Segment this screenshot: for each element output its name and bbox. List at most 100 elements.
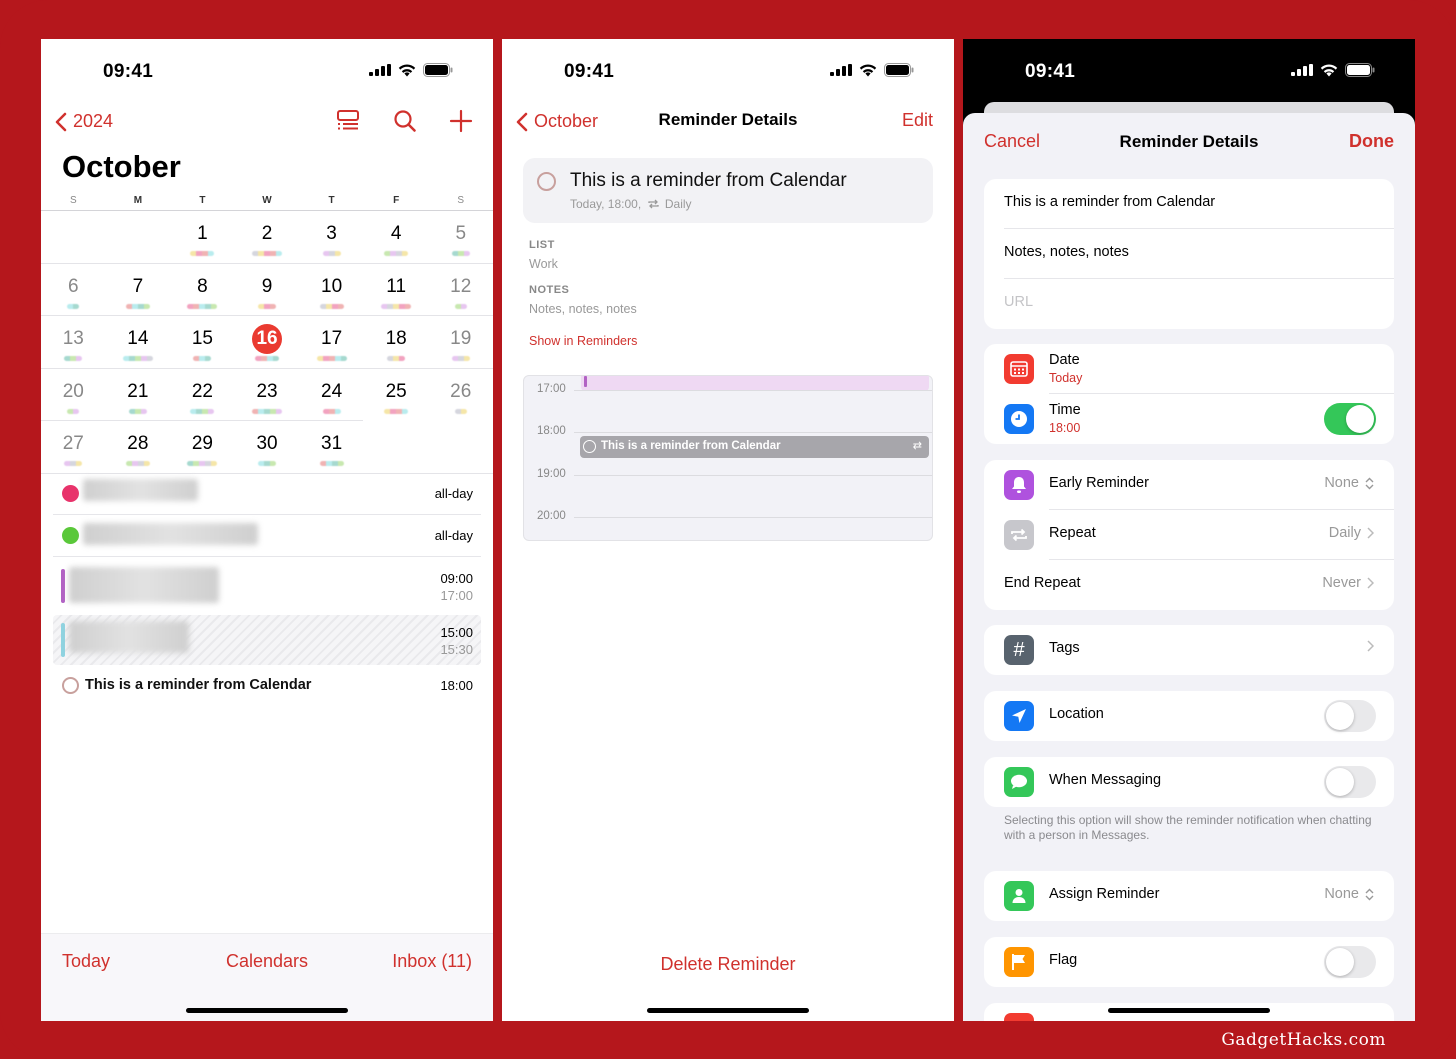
done-button[interactable]: Done (1349, 131, 1394, 152)
chevron-up-down-icon (1365, 477, 1374, 489)
early-reminder-row[interactable]: Early Reminder None (984, 460, 1394, 510)
day-cell[interactable]: 22 (170, 369, 235, 422)
delete-reminder-button[interactable]: Delete Reminder (502, 954, 954, 975)
day-cell[interactable]: 30 (235, 421, 300, 473)
empty-day-cell (106, 211, 171, 263)
day-cell[interactable]: 11 (364, 264, 429, 316)
reminder-time: 18:00 (440, 678, 473, 693)
event-indicator (125, 461, 150, 466)
event-indicator (190, 251, 215, 256)
hour-label: 19:00 (537, 468, 566, 480)
day-number: 14 (127, 328, 149, 349)
event-indicator (125, 303, 150, 309)
day-number: 7 (132, 275, 144, 297)
day-cell[interactable]: 20 (41, 369, 106, 422)
title-field[interactable]: This is a reminder from Calendar (984, 179, 1394, 229)
weekday-header: SMTWTFS (41, 195, 493, 209)
day-number: 6 (67, 275, 79, 297)
calendar-nav-bar: 2024 (41, 105, 493, 145)
event-indicator (122, 356, 153, 361)
event-row[interactable]: 09:00 17:00 (53, 557, 481, 615)
blurred-event-title (83, 479, 198, 501)
day-cell[interactable]: 14 (106, 316, 171, 368)
assign-reminder-row[interactable]: Assign Reminder None (984, 871, 1394, 921)
day-cell[interactable]: 16 (235, 316, 300, 368)
edit-button[interactable]: Edit (902, 110, 933, 131)
cellular-signal-icon (369, 64, 391, 76)
add-event-button[interactable] (449, 109, 473, 138)
date-label: Date (1049, 352, 1080, 368)
messaging-group: When Messaging (984, 757, 1394, 807)
day-cell[interactable]: 24 (299, 369, 364, 422)
reminder-checkbox[interactable] (537, 172, 556, 191)
day-cell[interactable]: 13 (41, 316, 106, 368)
status-time: 09:41 (564, 61, 615, 82)
day-cell[interactable]: 7 (106, 264, 171, 316)
day-cell[interactable]: 5 (428, 211, 493, 263)
location-row: Location (984, 691, 1394, 741)
reminder-row[interactable]: This is a reminder from Calendar 18:00 (53, 665, 481, 705)
wifi-icon (398, 64, 416, 76)
status-bar: 09:41 (963, 39, 1415, 99)
day-cell[interactable]: 4 (364, 211, 429, 263)
day-cell[interactable]: 23 (235, 369, 300, 422)
day-cell[interactable]: 2 (235, 211, 300, 263)
event-indicator (255, 356, 280, 361)
hashtag-icon: # (1004, 635, 1034, 665)
inbox-button[interactable]: Inbox (11) (392, 951, 472, 972)
show-in-reminders-link[interactable]: Show in Reminders (529, 334, 637, 348)
day-cell[interactable]: 15 (170, 316, 235, 368)
day-cell[interactable]: 29 (170, 421, 235, 473)
week-row: 13 14 15 16 17 18 19 (41, 316, 493, 369)
event-time: all-day (434, 528, 473, 543)
end-repeat-row[interactable]: End Repeat Never (984, 560, 1394, 610)
day-cell[interactable]: 12 (428, 264, 493, 316)
flag-toggle[interactable] (1324, 946, 1376, 978)
search-button[interactable] (393, 109, 417, 138)
day-cell[interactable]: 31 (299, 421, 364, 473)
day-number: 4 (390, 223, 402, 244)
day-cell[interactable]: 27 (41, 421, 106, 473)
list-view-button[interactable] (336, 109, 360, 136)
back-to-year-button[interactable]: 2024 (55, 111, 113, 132)
status-bar: 09:41 (41, 39, 493, 99)
priority-icon (1004, 1013, 1034, 1021)
day-cell[interactable]: 8 (170, 264, 235, 316)
day-cell[interactable]: 26 (428, 369, 493, 422)
notes-field[interactable]: Notes, notes, notes (984, 229, 1394, 279)
day-cell[interactable]: 3 (299, 211, 364, 263)
day-cell[interactable]: 1 (170, 211, 235, 263)
end-repeat-label: End Repeat (1004, 575, 1081, 591)
event-indicator (258, 461, 277, 466)
reminder-checkbox[interactable] (62, 677, 79, 694)
day-cell[interactable]: 6 (41, 264, 106, 316)
event-indicator (454, 303, 467, 309)
event-indicator (252, 251, 283, 256)
event-row[interactable]: all-day (53, 473, 481, 515)
day-cell[interactable]: 19 (428, 316, 493, 368)
url-field[interactable]: URL (984, 279, 1394, 329)
day-cell[interactable]: 9 (235, 264, 300, 316)
location-toggle[interactable] (1324, 700, 1376, 732)
repeat-row[interactable]: Repeat Daily (984, 510, 1394, 560)
tags-row[interactable]: # Tags (984, 625, 1394, 675)
status-bar: 09:41 (502, 39, 954, 99)
event-end-time: 17:00 (440, 588, 473, 603)
day-cell[interactable]: 25 (364, 369, 429, 422)
event-row[interactable]: 15:00 15:30 (53, 615, 481, 665)
weekday-label: W (262, 195, 272, 206)
timeline-reminder[interactable]: This is a reminder from Calendar ⇄ (580, 436, 929, 458)
day-cell[interactable]: 21 (106, 369, 171, 422)
month-grid: 1 2 3 4 5 6 7 8 9 10 11 12 13 14 15 16 17 18 19 20 21 22 23 24 2… (41, 210, 493, 474)
time-toggle[interactable] (1324, 403, 1376, 435)
day-number: 24 (321, 380, 343, 402)
day-cell[interactable]: 18 (364, 316, 429, 368)
day-cell[interactable]: 10 (299, 264, 364, 316)
event-row[interactable]: all-day (53, 515, 481, 557)
day-cell[interactable]: 17 (299, 316, 364, 368)
day-cell[interactable]: 28 (106, 421, 171, 473)
early-reminder-label: Early Reminder (1049, 475, 1149, 491)
wifi-icon (859, 64, 877, 76)
date-row[interactable]: Date Today (984, 344, 1394, 394)
messaging-toggle[interactable] (1324, 766, 1376, 798)
